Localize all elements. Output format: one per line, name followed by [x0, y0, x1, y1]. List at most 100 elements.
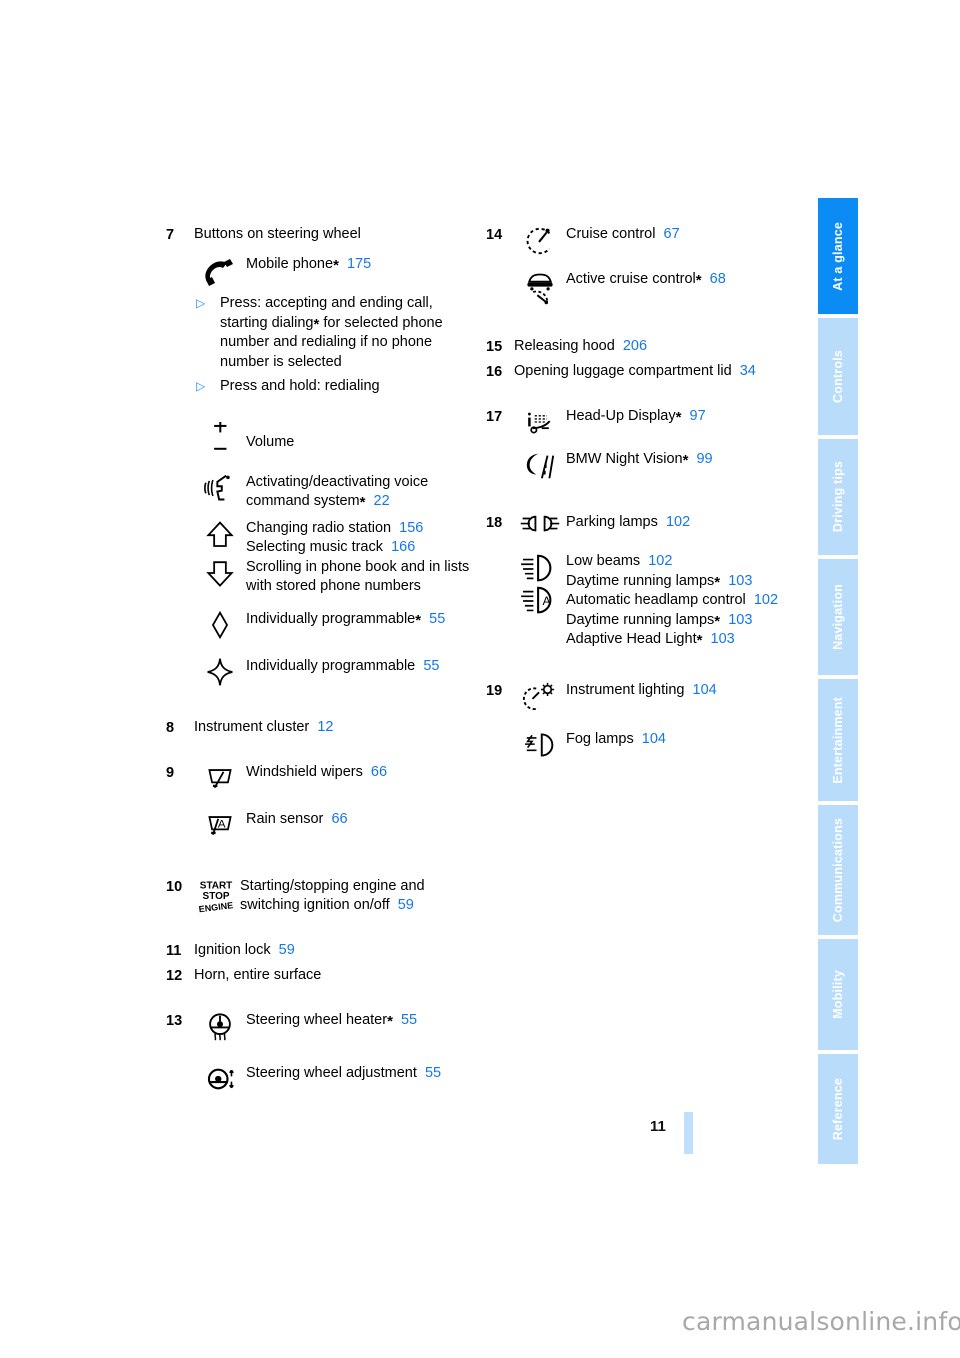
entry-16: 16 Opening luggage compartment lid 34: [486, 361, 806, 382]
tab-controls[interactable]: Controls: [818, 318, 858, 435]
entry-17: 17 Head-Up Display* 97 BMW Night Vision*…: [486, 406, 806, 482]
page-number: 11: [650, 1118, 666, 1135]
row-volume: Volume: [194, 421, 476, 456]
steering-wheel-adjustment-icon: [194, 1063, 246, 1094]
entry-11: 11 Ignition lock 59: [166, 940, 476, 961]
entry-10: 10 START STOP ENGINE Starting/stopping e…: [166, 876, 476, 916]
page-ref: 104: [641, 730, 666, 747]
page-ref: 104: [692, 681, 717, 698]
page-ref: 34: [739, 363, 756, 379]
page-ref: 102: [648, 553, 673, 569]
drl-label: Daytime running lamps: [566, 611, 715, 628]
wipers-label: Windshield wipers: [246, 763, 363, 780]
watermark: carmanualsonline.info: [682, 1307, 960, 1336]
steering-wheel-adjustment-text: Steering wheel adjustment 55: [246, 1063, 476, 1084]
entry-15: 15 Releasing hood 206: [486, 336, 806, 357]
cruise-control-icon: [514, 224, 566, 257]
luggage-lid-label: Opening luggage compartment lid: [514, 363, 732, 379]
page-ref: 59: [278, 941, 295, 958]
page-ref: 103: [710, 631, 735, 647]
scroll-line: Scrolling in phone book and in lists wit…: [246, 558, 470, 595]
entry-19: 19 Instrument lighting 104 Fog lamps 104: [486, 680, 806, 760]
entry-7-title: Buttons on steering wheel: [194, 226, 361, 242]
active-cruise-control-icon: [514, 269, 566, 306]
tab-navigation[interactable]: Navigation: [818, 558, 858, 676]
tab-mobility[interactable]: Mobility: [818, 939, 858, 1050]
tab-label: Reference: [831, 1077, 845, 1140]
cruise-label: Cruise control: [566, 226, 656, 242]
tab-entertainment[interactable]: Entertainment: [818, 679, 858, 802]
row-cruise-control: Cruise control 67: [514, 224, 806, 257]
option-asterisk: *: [682, 452, 689, 469]
instrument-cluster-row: Instrument cluster 12: [194, 717, 476, 737]
programmable-star-text: Individually programmable* 55: [246, 609, 476, 630]
rain-sensor-text: Rain sensor 66: [246, 809, 476, 830]
manual-page: 7 Buttons on steering wheel Mobile phone…: [0, 0, 960, 1358]
voice-command-icon: [194, 472, 246, 503]
entry-8: 8 Instrument cluster 12: [166, 717, 476, 738]
bullet-press-hold-text: Press and hold: redialing: [220, 378, 380, 394]
entry-number: 7: [166, 227, 175, 243]
tab-label: At a glance: [831, 221, 845, 291]
cruise-control-text: Cruise control 67: [566, 224, 806, 245]
entry-13: 13 Steering wheel heater* 55 Steering wh…: [166, 1010, 476, 1094]
tab-driving-tips[interactable]: Driving tips: [818, 438, 858, 555]
head-up-display-icon: [514, 406, 566, 437]
row-night-vision: BMW Night Vision* 99: [514, 449, 806, 482]
entry-body: Releasing hood 206: [514, 336, 806, 357]
diamond-icon: [194, 609, 246, 640]
svg-text:A: A: [218, 818, 226, 830]
tab-label: Controls: [831, 349, 845, 403]
row-voice-command: Activating/deactivating voice command sy…: [194, 472, 476, 512]
heater-label: Steering wheel heater: [246, 1011, 388, 1028]
steering-wheel-heater-text: Steering wheel heater* 55: [246, 1010, 476, 1031]
entry-number: 8: [166, 719, 175, 736]
parking-lamps-text: Parking lamps 102: [566, 512, 806, 533]
track-label: Selecting music track: [246, 539, 383, 555]
rain-sensor-label: Rain sensor: [246, 810, 324, 827]
drl-label: Daytime running lamps: [566, 572, 715, 589]
entry-body: Ignition lock 59: [194, 940, 476, 961]
page-ref: 67: [663, 226, 680, 242]
drl2-line: Daytime running lamps* 103: [566, 611, 806, 631]
triangle-bullet-icon: ▷: [196, 296, 206, 310]
tab-reference[interactable]: Reference: [818, 1053, 858, 1165]
entry-body: Head-Up Display* 97 BMW Night Vision* 99: [514, 406, 806, 482]
tab-label: Mobility: [831, 970, 845, 1019]
tab-communications[interactable]: Communications: [818, 805, 858, 936]
ignition-lock-label: Ignition lock: [194, 941, 271, 958]
auto-headlamp-line: Automatic headlamp control 102: [566, 591, 806, 611]
instrument-lighting-label: Instrument lighting: [566, 681, 685, 698]
low-beams-text: Low beams 102 Daytime running lamps* 103…: [566, 551, 806, 650]
row-parking-lamps: Parking lamps 102: [514, 512, 806, 535]
row-low-beams-group: A Low beams 102 Daytime running lamps* 1…: [514, 551, 806, 650]
entry-number: 9: [166, 764, 175, 781]
entry-7: 7 Buttons on steering wheel Mobile phone…: [166, 224, 476, 687]
luggage-lid-row: Opening luggage compartment lid 34: [514, 361, 806, 381]
row-rain-sensor: A Rain sensor 66: [194, 809, 476, 840]
head-up-display-text: Head-Up Display* 97: [566, 406, 806, 427]
ignition-lock-row: Ignition lock 59: [194, 940, 476, 960]
page-ref: 22: [373, 493, 390, 509]
row-instrument-lighting: Instrument lighting 104: [514, 680, 806, 713]
right-column: 14 Cruise control 67 Active cruise contr…: [486, 224, 806, 760]
parking-lamps-icon: [514, 512, 566, 535]
entry-body: Parking lamps 102 A Low beams 102 Daytim…: [514, 512, 806, 650]
night-vision-icon: [514, 449, 566, 482]
adaptive-line: Adaptive Head Light* 103: [566, 630, 806, 650]
bullet-press: ▷ Press: accepting and ending call, star…: [194, 294, 476, 372]
hud-label: Head-Up Display: [566, 408, 676, 424]
entry-body: Windshield wipers 66 A Rain sensor 66: [194, 762, 476, 840]
tab-label: Navigation: [831, 583, 845, 650]
row-mobile-phone: Mobile phone* 175: [194, 254, 476, 289]
entry-9: 9 Windshield wipers 66 A Rain sensor 66: [166, 762, 476, 840]
page-ref: 103: [728, 611, 753, 628]
parking-lamps-label: Parking lamps: [566, 514, 658, 530]
programmable-text: Individually programmable 55: [246, 656, 476, 677]
tab-at-a-glance[interactable]: At a glance: [818, 198, 858, 315]
row-programmable: Individually programmable 55: [194, 656, 476, 687]
track-line: Selecting music track 166: [246, 538, 476, 558]
windshield-wipers-text: Windshield wipers 66: [246, 762, 476, 783]
option-asterisk: *: [714, 573, 721, 591]
page-ref: 97: [689, 408, 706, 424]
